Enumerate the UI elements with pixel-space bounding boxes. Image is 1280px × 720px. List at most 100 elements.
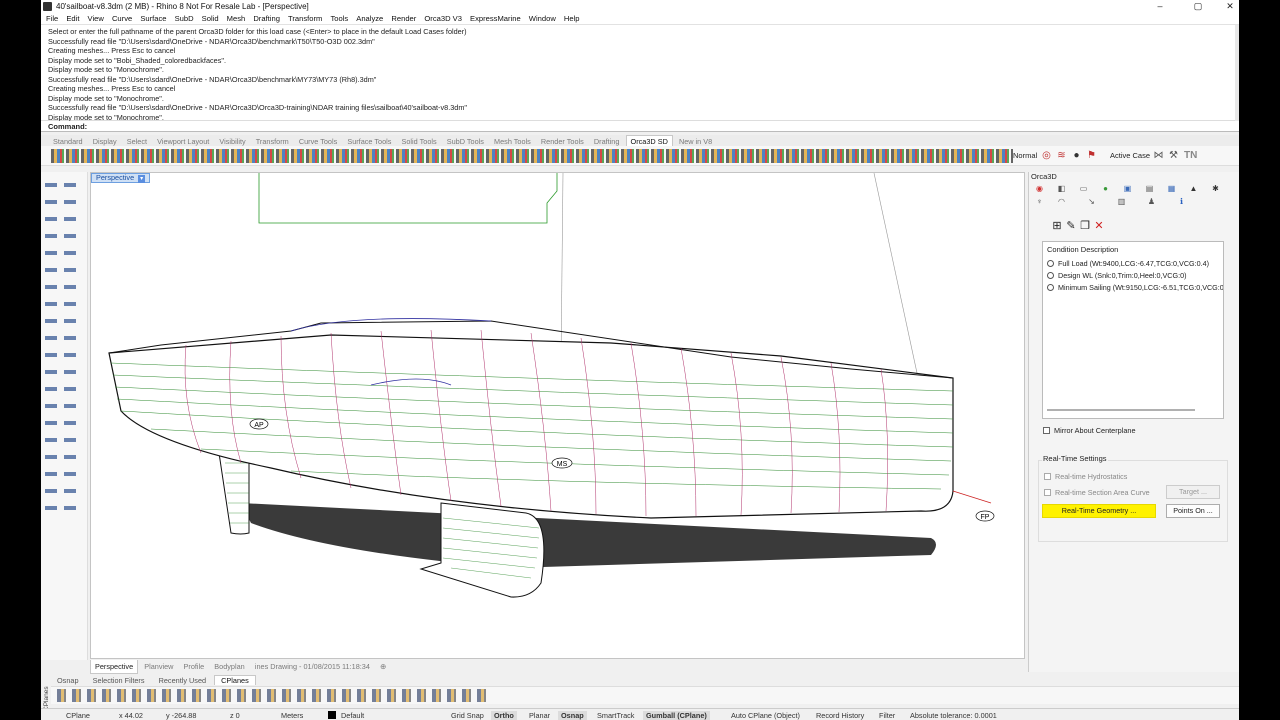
layer-icon[interactable]: ◧	[1057, 184, 1066, 193]
toolbar-icon-strip[interactable]	[51, 149, 1013, 163]
condition-header: Condition Description	[1047, 245, 1119, 254]
rt-section-area-check[interactable]	[1044, 489, 1051, 496]
settings-icon[interactable]: ✱	[1211, 184, 1220, 193]
vtab-bodyplan[interactable]: Bodyplan	[210, 660, 248, 673]
menu-expressmarine[interactable]: ExpressMarine	[467, 13, 524, 24]
layer-color-swatch[interactable]	[328, 711, 336, 719]
file-icon[interactable]: ▤	[1145, 184, 1154, 193]
history-scrollbar[interactable]	[1235, 25, 1239, 121]
menu-bar: File Edit View Curve Surface SubD Solid …	[41, 13, 1239, 25]
osnap-toggle[interactable]: Osnap	[558, 711, 587, 720]
cplanes-icon-strip[interactable]	[57, 689, 491, 702]
person-icon[interactable]: ♟	[1147, 197, 1156, 206]
points-on-button[interactable]: Points On ...	[1166, 504, 1220, 518]
filter-toggle[interactable]: Filter	[879, 711, 895, 720]
hydro-icon[interactable]: ⋈	[1152, 149, 1165, 162]
condition-radio[interactable]	[1047, 272, 1054, 279]
close-button[interactable]: ✕	[1221, 1, 1239, 12]
command-line[interactable]: Command:	[41, 121, 1239, 132]
status-bar: CPlane x 44.02 y -264.88 z 0 Meters Defa…	[41, 708, 1239, 720]
new-condition-icon[interactable]: ⊞	[1051, 220, 1063, 232]
menu-window[interactable]: Window	[526, 13, 559, 24]
menu-file[interactable]: File	[43, 13, 61, 24]
delete-condition-icon[interactable]: ✕	[1093, 220, 1105, 232]
perspective-viewport[interactable]: AP MS FP U Perspective▾	[90, 172, 1025, 659]
menu-curve[interactable]: Curve	[109, 13, 135, 24]
otab-recently-used[interactable]: Recently Used	[153, 676, 212, 685]
condition-radio[interactable]	[1047, 284, 1054, 291]
viewport-title[interactable]: Perspective ▾	[91, 173, 151, 183]
viewport-dropdown-icon[interactable]: ▾	[138, 175, 146, 183]
render-icon[interactable]: ●	[1101, 184, 1110, 193]
rt-section-area-checkbox[interactable]: Real-time Section Area Curve	[1044, 488, 1150, 497]
condition-row[interactable]: Full Load (Wt:9400,LCG:-6.47,TCG:0,VCG:0…	[1047, 259, 1223, 268]
signal-icon[interactable]: ≋	[1055, 149, 1068, 162]
hat-icon[interactable]: ▲	[1189, 184, 1198, 193]
menu-surface[interactable]: Surface	[137, 13, 169, 24]
ms-label: MS	[551, 457, 573, 469]
status-layer[interactable]: Default	[341, 711, 364, 720]
target-button[interactable]: Target ...	[1166, 485, 1220, 499]
menu-transform[interactable]: Transform	[285, 13, 325, 24]
ortho-toggle[interactable]: Ortho	[491, 711, 517, 720]
menu-view[interactable]: View	[85, 13, 107, 24]
point-icon[interactable]: ●	[1070, 149, 1083, 162]
tn-icon[interactable]: TN	[1184, 149, 1197, 162]
info-icon[interactable]: ℹ	[1177, 197, 1186, 206]
auto-cplane-toggle[interactable]: Auto CPlane (Object)	[731, 711, 800, 720]
menu-orca3d[interactable]: Orca3D V3	[421, 13, 465, 24]
status-cplane[interactable]: CPlane	[66, 711, 90, 720]
eye-icon[interactable]: ◠	[1057, 197, 1066, 206]
smarttrack-toggle[interactable]: SmartTrack	[597, 711, 634, 720]
flag-icon[interactable]: ⚑	[1085, 149, 1098, 162]
minimize-button[interactable]: –	[1151, 1, 1169, 12]
vtab-planview[interactable]: Planview	[140, 660, 177, 673]
otab-osnap[interactable]: Osnap	[51, 676, 85, 685]
maximize-button[interactable]: ▢	[1189, 1, 1207, 12]
menu-help[interactable]: Help	[561, 13, 583, 24]
menu-edit[interactable]: Edit	[63, 13, 82, 24]
otab-cplanes[interactable]: CPlanes	[214, 675, 256, 685]
display-icon[interactable]: ▭	[1079, 184, 1088, 193]
grid-icon[interactable]: ▦	[1167, 184, 1176, 193]
tool-icon-grid[interactable]	[45, 180, 81, 510]
menu-mesh[interactable]: Mesh	[224, 13, 249, 24]
rt-hydrostatics-checkbox[interactable]: Real-time Hydrostatics	[1044, 472, 1127, 481]
color-wheel-icon[interactable]: ◉	[1035, 184, 1044, 193]
condition-row[interactable]: Design WL (Snk:0,Trim:0,Heel:0,VCG:0)	[1047, 271, 1223, 280]
gumball-toggle[interactable]: Gumball (CPlane)	[643, 711, 710, 720]
mirror-checkbox[interactable]: Mirror About Centerplane	[1043, 426, 1136, 435]
add-viewport-icon[interactable]: ⊕	[376, 660, 390, 673]
condition-hscroll[interactable]	[1047, 409, 1195, 411]
vtab-lines-drawing[interactable]: ines Drawing - 01/08/2015 11:18:34	[251, 660, 374, 673]
menu-analyze[interactable]: Analyze	[353, 13, 386, 24]
planar-toggle[interactable]: Planar	[529, 711, 550, 720]
vtab-profile[interactable]: Profile	[180, 660, 209, 673]
edit-condition-icon[interactable]: ✎	[1065, 220, 1077, 232]
pin-icon[interactable]: ♆	[1035, 197, 1044, 206]
otab-selection-filters[interactable]: Selection Filters	[87, 676, 151, 685]
mirror-check[interactable]	[1043, 427, 1050, 434]
condition-row[interactable]: Minimum Sailing (Wt:9150,LCG:-6.51,TCG:0…	[1047, 283, 1223, 292]
command-prompt: Command:	[48, 122, 88, 131]
rt-hydrostatics-check[interactable]	[1044, 473, 1051, 480]
lifebuoy-icon[interactable]: ◎	[1040, 149, 1053, 162]
orca3d-toolbar: Normal ◎ ≋ ● ⚑ Active Case ⋈ ⚒ TN	[41, 146, 1239, 166]
menu-subd[interactable]: SubD	[172, 13, 197, 24]
menu-solid[interactable]: Solid	[199, 13, 222, 24]
copy-condition-icon[interactable]: ❐	[1079, 220, 1091, 232]
tools-icon[interactable]: ⚒	[1167, 149, 1180, 162]
menu-drafting[interactable]: Drafting	[250, 13, 283, 24]
vtab-perspective[interactable]: Perspective	[90, 660, 139, 674]
menu-tools[interactable]: Tools	[327, 13, 351, 24]
layers-icon[interactable]: ▥	[1117, 197, 1126, 206]
condition-radio[interactable]	[1047, 260, 1054, 267]
grid-snap-toggle[interactable]: Grid Snap	[451, 711, 484, 720]
status-units[interactable]: Meters	[281, 711, 303, 720]
record-history-toggle[interactable]: Record History	[816, 711, 864, 720]
curve-icon[interactable]: ↘	[1087, 197, 1096, 206]
image-icon[interactable]: ▣	[1123, 184, 1132, 193]
realtime-geometry-button[interactable]: Real-Time Geometry ...	[1042, 504, 1156, 518]
menu-render[interactable]: Render	[388, 13, 419, 24]
history-line: Display mode set to "Bobi_Shaded_colored…	[48, 55, 226, 65]
